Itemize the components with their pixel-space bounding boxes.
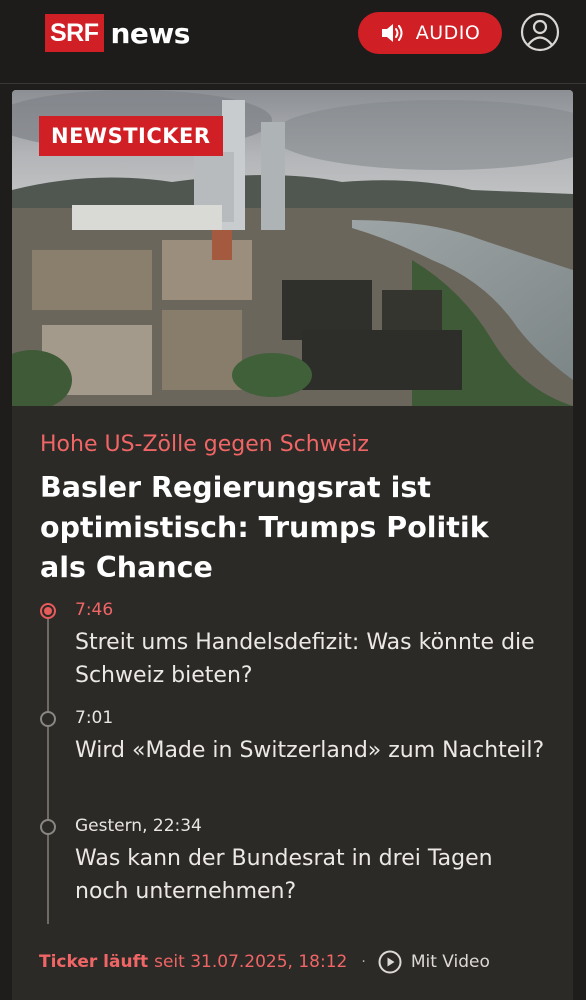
timeline-dot-active xyxy=(40,603,56,619)
audio-button[interactable]: AUDIO xyxy=(358,12,502,54)
play-circle-icon xyxy=(378,950,402,974)
video-indicator: Mit Video xyxy=(378,950,490,974)
app-header: SRF news AUDIO xyxy=(0,0,586,84)
ticker-status: Ticker läuft xyxy=(39,952,149,972)
timeline-time: 7:01 xyxy=(75,708,114,728)
timeline-dot xyxy=(40,819,56,835)
timeline-time: Gestern, 22:34 xyxy=(75,816,202,836)
separator-dot: · xyxy=(361,954,366,970)
timeline-text: Wird «Made in Switzerland» zum Nachteil? xyxy=(75,738,545,763)
video-label: Mit Video xyxy=(410,952,490,972)
timeline-text: Was kann der Bundesrat in drei Tagen noc… xyxy=(75,846,493,904)
ticker-timeline: 7:46 Streit ums Handelsdefizit: Was könn… xyxy=(40,600,550,930)
logo-srf-box: SRF xyxy=(45,14,104,52)
news-card[interactable]: NEWSTICKER Hohe US-Zölle gegen Schweiz B… xyxy=(12,90,573,1000)
timeline-line xyxy=(47,608,49,924)
timeline-text: Streit ums Handelsdefizit: Was könnte di… xyxy=(75,630,535,688)
timeline-dot xyxy=(40,711,56,727)
hero-image[interactable]: NEWSTICKER xyxy=(12,90,573,406)
article-kicker: Hohe US-Zölle gegen Schweiz xyxy=(40,432,369,457)
timeline-time: 7:46 xyxy=(75,600,114,620)
newsticker-badge: NEWSTICKER xyxy=(39,116,223,156)
article-headline[interactable]: Basler Regierungsrat ist optimistisch: T… xyxy=(40,468,540,588)
ticker-since: seit 31.07.2025, 18:12 xyxy=(154,952,348,972)
audio-label: AUDIO xyxy=(415,22,481,44)
srf-news-logo[interactable]: SRF news xyxy=(45,14,190,52)
speaker-icon xyxy=(381,24,403,42)
user-profile-icon[interactable] xyxy=(520,12,560,52)
ticker-footer: Ticker läuft seit 31.07.2025, 18:12 · Mi… xyxy=(39,950,569,974)
logo-news-text: news xyxy=(110,16,191,50)
